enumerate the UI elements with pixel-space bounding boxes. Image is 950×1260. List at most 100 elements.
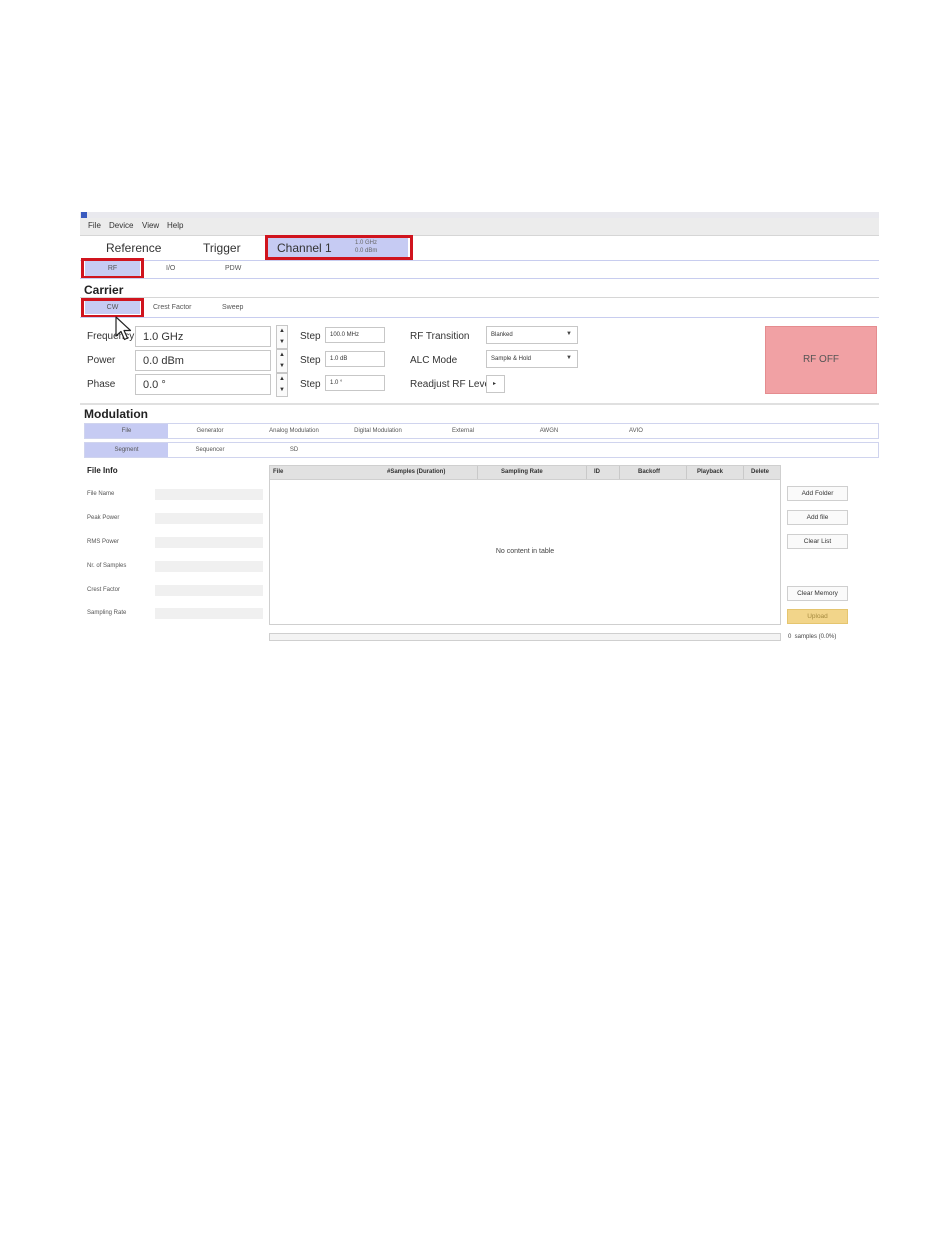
power-spinner[interactable]: ▲ ▼ (276, 349, 288, 373)
arrow-up-icon[interactable]: ▲ (279, 328, 285, 334)
column-separator (743, 466, 744, 479)
tab-digital-modulation[interactable]: Digital Modulation (337, 424, 419, 438)
arrow-down-icon[interactable]: ▼ (279, 363, 285, 369)
column-samples[interactable]: #Samples (Duration) (387, 469, 445, 475)
tab-awgn[interactable]: AWGN (507, 424, 591, 438)
file-info-title: File Info (87, 466, 118, 475)
divider (80, 317, 879, 318)
tab-generator[interactable]: Generator (170, 424, 250, 438)
rms-power-value (155, 537, 263, 548)
power-input[interactable]: 0.0 dBm (135, 350, 271, 371)
alc-mode-label: ALC Mode (410, 355, 458, 366)
peak-power-label: Peak Power (87, 515, 120, 521)
column-separator (686, 466, 687, 479)
table-empty-message: No content in table (495, 548, 555, 555)
file-name-label: File Name (87, 491, 115, 497)
sampling-rate-value (155, 608, 263, 619)
column-file[interactable]: File (273, 469, 283, 475)
power-step-input[interactable]: 1.0 dB (325, 351, 385, 367)
column-backoff[interactable]: Backoff (638, 469, 660, 475)
tab-sd[interactable]: SD (253, 443, 335, 457)
rms-power-label: RMS Power (87, 539, 120, 545)
frequency-spinner[interactable]: ▲ ▼ (276, 325, 288, 349)
upload-progress-bar (269, 633, 781, 641)
readjust-rf-level-button[interactable]: ▸ (486, 375, 505, 393)
column-id[interactable]: ID (594, 469, 600, 475)
menu-help[interactable]: Help (167, 221, 183, 230)
phase-step-input[interactable]: 1.0 ° (325, 375, 385, 391)
frequency-input[interactable]: 1.0 GHz (135, 326, 271, 347)
tab-file[interactable]: File (85, 424, 168, 438)
column-separator (586, 466, 587, 479)
arrow-up-icon[interactable]: ▲ (279, 352, 285, 358)
rf-transition-label: RF Transition (410, 331, 470, 342)
frequency-step-input[interactable]: 100.0 MHz (325, 327, 385, 343)
column-delete[interactable]: Delete (751, 469, 769, 475)
clear-list-button[interactable]: Clear List (787, 534, 848, 549)
upload-button[interactable]: Upload (787, 609, 848, 624)
arrow-up-icon[interactable]: ▲ (279, 376, 285, 382)
tab-avio[interactable]: AVIO (593, 424, 679, 438)
tab-trigger[interactable]: Trigger (203, 241, 241, 255)
dropdown-caret-icon: ▼ (566, 355, 572, 361)
power-step-label: Step (300, 355, 321, 366)
highlight-cw (81, 298, 144, 318)
divider (80, 278, 879, 279)
divider (80, 260, 879, 261)
tab-crest-factor[interactable]: Crest Factor (153, 304, 192, 311)
table-header: File #Samples (Duration) Sampling Rate I… (270, 466, 780, 480)
app-window: File Device View Help Reference Trigger … (80, 212, 879, 656)
readjust-rf-level-label: Readjust RF Level (410, 379, 493, 390)
menu-file[interactable]: File (88, 221, 101, 230)
arrow-down-icon[interactable]: ▼ (279, 387, 285, 393)
modulation-title: Modulation (84, 407, 148, 421)
modulation-tab-bar: File Generator Analog Modulation Digital… (84, 423, 879, 439)
mouse-cursor-icon (115, 316, 132, 341)
phase-label: Phase (87, 379, 116, 390)
tab-sweep[interactable]: Sweep (222, 304, 243, 311)
file-table[interactable]: File #Samples (Duration) Sampling Rate I… (269, 465, 781, 625)
clear-memory-button[interactable]: Clear Memory (787, 586, 848, 601)
tab-segment[interactable]: Segment (85, 443, 168, 457)
column-playback[interactable]: Playback (697, 469, 723, 475)
power-label: Power (87, 355, 116, 366)
highlight-channel (265, 235, 413, 260)
dropdown-caret-icon: ▼ (566, 331, 572, 337)
add-folder-button[interactable]: Add Folder (787, 486, 848, 501)
carrier-title: Carrier (84, 283, 124, 297)
highlight-rf (81, 258, 144, 279)
divider (80, 403, 879, 405)
divider (80, 297, 879, 298)
rf-transition-value: Blanked (491, 332, 513, 338)
arrow-down-icon[interactable]: ▼ (279, 339, 285, 345)
crest-factor-value (155, 585, 263, 596)
tab-analog-modulation[interactable]: Analog Modulation (253, 424, 335, 438)
menu-device[interactable]: Device (109, 221, 133, 230)
alc-mode-value: Sample & Hold (491, 356, 532, 362)
phase-spinner[interactable]: ▲ ▼ (276, 373, 288, 397)
nr-of-samples-label: Nr. of Samples (87, 563, 127, 569)
file-name-value (155, 489, 263, 500)
subtab-io[interactable]: I/O (166, 265, 175, 272)
column-separator (477, 466, 478, 479)
phase-input[interactable]: 0.0 ° (135, 374, 271, 395)
progress-text: 0 samples (0.0%) (788, 634, 837, 640)
tab-reference[interactable]: Reference (106, 241, 161, 255)
menu-bar: File Device View Help (80, 218, 879, 236)
tab-external[interactable]: External (421, 424, 505, 438)
phase-step-label: Step (300, 379, 321, 390)
alc-mode-select[interactable]: Sample & Hold ▼ (486, 350, 578, 368)
rf-off-button[interactable]: RF OFF (765, 326, 877, 394)
add-file-button[interactable]: Add file (787, 510, 848, 525)
crest-factor-label: Crest Factor (87, 587, 121, 593)
frequency-step-label: Step (300, 331, 321, 342)
menu-view[interactable]: View (142, 221, 159, 230)
subtab-pdw[interactable]: PDW (225, 265, 241, 272)
column-separator (619, 466, 620, 479)
nr-of-samples-value (155, 561, 263, 572)
rf-transition-select[interactable]: Blanked ▼ (486, 326, 578, 344)
tab-sequencer[interactable]: Sequencer (170, 443, 250, 457)
peak-power-value (155, 513, 263, 524)
sampling-rate-label: Sampling Rate (87, 610, 127, 616)
column-sampling-rate[interactable]: Sampling Rate (501, 469, 543, 475)
